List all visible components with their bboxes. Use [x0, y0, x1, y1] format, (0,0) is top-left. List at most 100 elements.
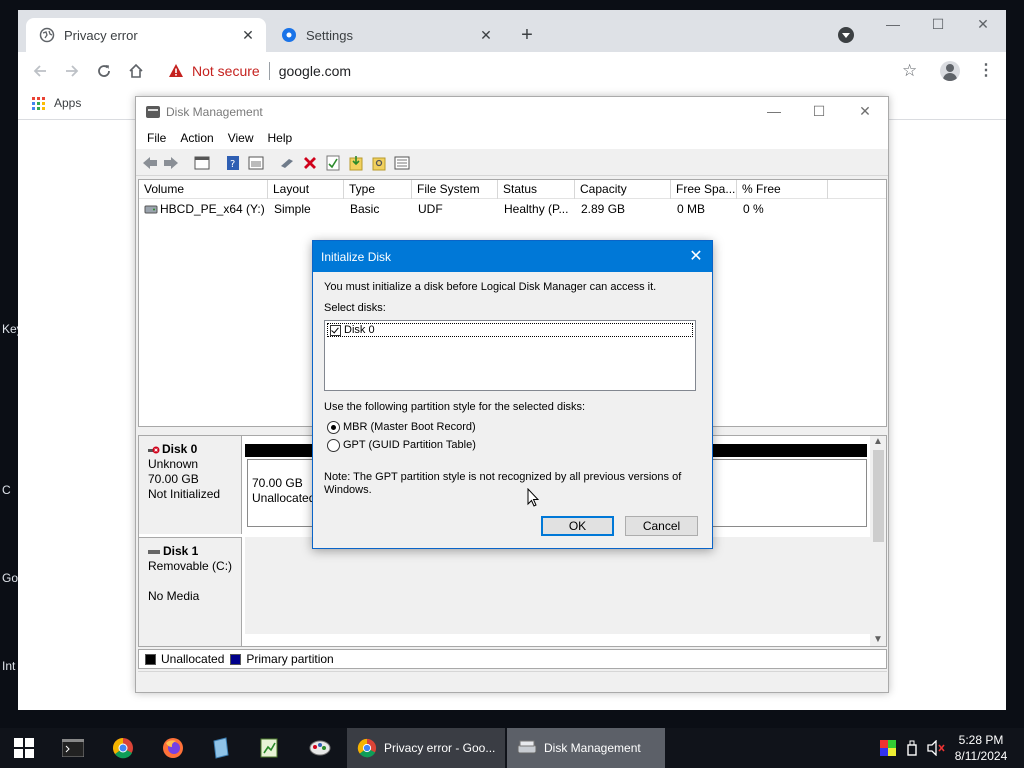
- disk-error-icon: [148, 446, 160, 453]
- delete-icon[interactable]: [302, 155, 318, 171]
- new-tab-button[interactable]: +: [517, 25, 537, 45]
- scroll-down-icon[interactable]: ▼: [873, 634, 883, 645]
- url-text[interactable]: google.com: [279, 63, 351, 79]
- disk-state: Not Initialized: [148, 487, 221, 501]
- profile-avatar-icon[interactable]: [940, 61, 960, 81]
- usb-drive-icon[interactable]: [906, 740, 918, 759]
- disk-1-info[interactable]: Disk 1 Removable (C:) No Media: [139, 537, 242, 646]
- scroll-up-icon[interactable]: ▲: [873, 436, 883, 447]
- chrome-icon[interactable]: [111, 736, 135, 760]
- close-window-icon[interactable]: ✕: [850, 103, 880, 121]
- apps-shortcut[interactable]: Apps: [32, 96, 81, 110]
- tab-strip: Privacy error ✕ Settings ✕ + — ☐ ✕: [18, 10, 1006, 52]
- column-header[interactable]: File System: [412, 180, 498, 199]
- maximize-icon[interactable]: ☐: [804, 103, 834, 121]
- minimize-icon[interactable]: —: [759, 103, 789, 121]
- disk-name: Disk 0: [162, 442, 198, 456]
- properties-pane-icon[interactable]: [248, 155, 264, 171]
- cancel-button[interactable]: Cancel: [625, 516, 698, 536]
- mbr-label[interactable]: MBR (Master Boot Record): [343, 421, 476, 433]
- column-header[interactable]: Status: [498, 180, 575, 199]
- more-menu-icon[interactable]: ⋮: [978, 61, 994, 81]
- show-hide-console-icon[interactable]: [194, 155, 210, 171]
- mbr-radio[interactable]: [327, 421, 340, 434]
- security-status[interactable]: Not secure: [192, 63, 260, 79]
- properties-icon[interactable]: [325, 155, 341, 171]
- minimize-icon[interactable]: —: [878, 16, 908, 36]
- dialog-title: Initialize Disk: [321, 249, 392, 264]
- ok-button[interactable]: OK: [541, 516, 614, 536]
- column-header[interactable]: Capacity: [575, 180, 671, 199]
- desktop-icon-label[interactable]: C: [2, 483, 11, 497]
- column-header[interactable]: % Free: [737, 180, 828, 199]
- close-tab-icon[interactable]: ✕: [476, 27, 496, 44]
- maximize-icon[interactable]: ☐: [923, 16, 953, 36]
- disk-1-empty-area: [245, 537, 870, 634]
- desktop-icon-label[interactable]: Int: [2, 659, 15, 673]
- taskbar-item-label: Disk Management: [544, 741, 641, 755]
- mouse-cursor-icon: [527, 488, 539, 507]
- removable-disk-icon: [148, 549, 160, 554]
- system-clock[interactable]: 5:28 PM 8/11/2024: [950, 732, 1012, 764]
- forward-arrow-icon[interactable]: [62, 61, 82, 81]
- disk-checkbox[interactable]: [330, 324, 341, 336]
- help-icon[interactable]: ?: [225, 155, 241, 171]
- menu-action[interactable]: Action: [180, 131, 213, 145]
- reload-icon[interactable]: [94, 61, 114, 81]
- taskbar-item-disk-management[interactable]: Disk Management: [507, 728, 665, 768]
- tab-search-icon[interactable]: [838, 27, 854, 43]
- start-icon[interactable]: [12, 736, 36, 760]
- search-folder-icon[interactable]: [371, 155, 387, 171]
- tab-privacy-error[interactable]: Privacy error ✕: [26, 18, 266, 52]
- title-bar: Disk Management — ☐ ✕: [136, 97, 888, 127]
- gpt-radio[interactable]: [327, 439, 340, 452]
- connect-disk-icon[interactable]: [279, 155, 295, 171]
- column-header[interactable]: Free Spa...: [671, 180, 737, 199]
- home-icon[interactable]: [126, 61, 146, 81]
- settings-gear-icon: [281, 27, 297, 43]
- close-icon[interactable]: ✕: [686, 247, 706, 267]
- disk-state: No Media: [148, 589, 200, 603]
- tab-settings[interactable]: Settings ✕: [268, 18, 504, 52]
- firefox-icon[interactable]: [161, 736, 185, 760]
- layout-cell: Simple: [274, 202, 311, 216]
- list-view-icon[interactable]: [394, 155, 410, 171]
- initialize-disk-dialog: Initialize Disk ✕ You must initialize a …: [312, 240, 713, 549]
- menu-file[interactable]: File: [147, 131, 166, 145]
- import-icon[interactable]: [348, 155, 364, 171]
- notepad-icon[interactable]: [209, 736, 233, 760]
- volume-name: HBCD_PE_x64 (Y:): [160, 202, 265, 216]
- spreadsheet-icon[interactable]: [257, 736, 281, 760]
- dialog-message: You must initialize a disk before Logica…: [324, 281, 657, 293]
- list-item[interactable]: Disk 0: [327, 323, 693, 337]
- vertical-scrollbar[interactable]: ▲ ▼: [870, 436, 886, 646]
- column-header[interactable]: Type: [344, 180, 412, 199]
- back-arrow-icon[interactable]: [30, 61, 50, 81]
- disk-0-info[interactable]: Disk 0 Unknown 70.00 GB Not Initialized: [139, 436, 242, 534]
- column-header[interactable]: Layout: [268, 180, 344, 199]
- bookmark-star-icon[interactable]: ☆: [902, 61, 917, 81]
- terminal-icon[interactable]: [61, 736, 85, 760]
- column-header[interactable]: Volume: [139, 180, 268, 199]
- clock-time: 5:28 PM: [958, 733, 1004, 747]
- forward-arrow-icon[interactable]: [163, 155, 179, 171]
- gpt-label[interactable]: GPT (GUID Partition Table): [343, 439, 476, 451]
- disk-name: Disk 1: [163, 544, 199, 558]
- type-cell: Basic: [350, 202, 380, 216]
- back-arrow-icon[interactable]: [142, 155, 158, 171]
- address-bar[interactable]: Not secure google.com: [156, 56, 926, 86]
- paint-icon[interactable]: [308, 736, 332, 760]
- disk-size: 70.00 GB: [148, 472, 199, 486]
- close-window-icon[interactable]: ✕: [968, 16, 998, 36]
- browser-toolbar: Not secure google.com ☆ ⋮: [18, 52, 1006, 90]
- disk-size: [148, 574, 241, 589]
- color-tray-icon[interactable]: [880, 740, 896, 759]
- scroll-thumb[interactable]: [873, 450, 884, 542]
- disk-select-list[interactable]: Disk 0: [324, 320, 696, 391]
- volume-muted-icon[interactable]: [927, 739, 945, 759]
- menu-help[interactable]: Help: [268, 131, 293, 145]
- desktop-icon-label[interactable]: Go: [2, 571, 18, 585]
- taskbar-item-chrome[interactable]: Privacy error - Goo...: [347, 728, 505, 768]
- close-tab-icon[interactable]: ✕: [238, 27, 258, 44]
- menu-view[interactable]: View: [228, 131, 254, 145]
